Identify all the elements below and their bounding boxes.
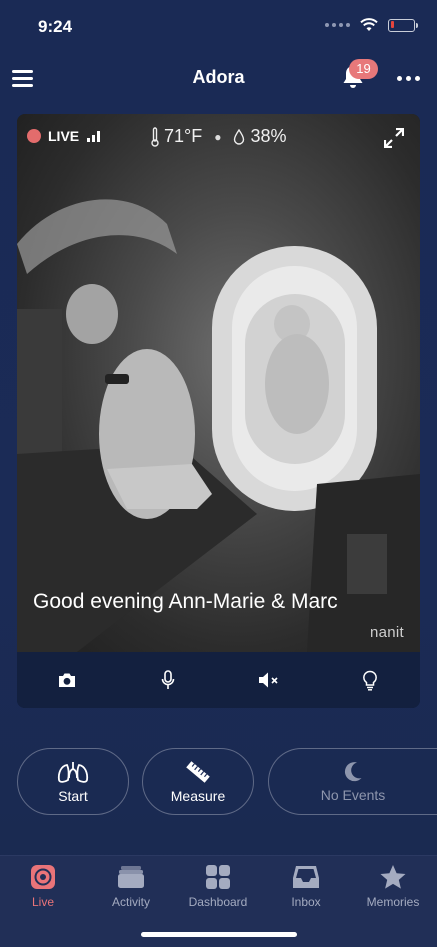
wifi-icon bbox=[360, 18, 378, 31]
humidity-drop-icon bbox=[234, 128, 245, 145]
greeting-text: Good evening Ann-Marie & Marc bbox=[33, 590, 338, 613]
inbox-tray-icon bbox=[293, 866, 319, 888]
no-events-label: No Events bbox=[320, 786, 386, 803]
tab-inbox[interactable]: Inbox bbox=[266, 864, 346, 909]
live-target-icon bbox=[31, 865, 55, 889]
connection-strength-icon bbox=[87, 130, 101, 142]
tab-dashboard[interactable]: Dashboard bbox=[178, 864, 258, 909]
environment-readout: 71°F ● 38% bbox=[150, 126, 287, 147]
light-bulb-icon bbox=[362, 670, 377, 691]
speaker-muted-icon bbox=[258, 672, 278, 688]
tab-dashboard-label: Dashboard bbox=[188, 895, 248, 909]
fullscreen-expand-icon[interactable] bbox=[384, 128, 404, 148]
tab-live-label: Live bbox=[31, 895, 54, 909]
camera-icon bbox=[59, 673, 76, 687]
temperature-value: 71°F bbox=[164, 126, 203, 146]
moon-icon bbox=[344, 761, 362, 781]
ruler-icon bbox=[186, 760, 210, 783]
thermometer-icon bbox=[151, 126, 159, 147]
live-label: LIVE bbox=[48, 128, 80, 144]
battery-level bbox=[390, 21, 394, 28]
camera-feed[interactable] bbox=[17, 114, 420, 652]
status-bar: 9:24 bbox=[0, 0, 437, 50]
talk-button[interactable] bbox=[143, 660, 193, 700]
microphone-icon bbox=[161, 670, 175, 689]
notification-badge: 19 bbox=[349, 59, 378, 79]
humidity-value: 38% bbox=[250, 126, 287, 146]
night-light-button[interactable] bbox=[345, 660, 395, 700]
snapshot-button[interactable] bbox=[42, 660, 92, 700]
battery-icon bbox=[388, 18, 418, 32]
live-indicator: LIVE bbox=[27, 128, 101, 144]
camera-control-bar bbox=[17, 652, 420, 708]
status-icons bbox=[325, 18, 418, 32]
sleep-events-button[interactable]: No Events bbox=[268, 748, 437, 815]
start-label: Start bbox=[58, 787, 88, 804]
activity-cards-icon bbox=[118, 866, 144, 888]
camera-brand-watermark: nanit bbox=[369, 624, 404, 641]
tab-live[interactable]: Live bbox=[3, 864, 83, 909]
camera-scene bbox=[17, 199, 420, 652]
measure-button[interactable]: Measure bbox=[142, 748, 254, 815]
breathing-start-button[interactable]: Start bbox=[17, 748, 129, 815]
tab-activity[interactable]: Activity bbox=[91, 864, 171, 909]
star-icon bbox=[380, 865, 406, 889]
live-dot bbox=[27, 129, 41, 143]
tab-memories-label: Memories bbox=[366, 895, 420, 909]
breathing-lungs-icon bbox=[57, 761, 89, 783]
home-indicator[interactable] bbox=[141, 932, 297, 937]
cellular-signal-icon bbox=[325, 23, 350, 27]
tab-memories[interactable]: Memories bbox=[353, 864, 433, 909]
separator-dot: ● bbox=[214, 129, 222, 144]
live-video-card: LIVE 71°F ● 38% Good evening Ann-Marie &… bbox=[17, 114, 420, 708]
status-time: 9:24 bbox=[38, 17, 73, 36]
more-options-icon[interactable] bbox=[397, 76, 420, 81]
measure-label: Measure bbox=[170, 787, 226, 804]
tab-activity-label: Activity bbox=[111, 895, 150, 909]
dashboard-grid-icon bbox=[206, 865, 230, 889]
mute-button[interactable] bbox=[244, 660, 294, 700]
tab-inbox-label: Inbox bbox=[291, 895, 321, 909]
